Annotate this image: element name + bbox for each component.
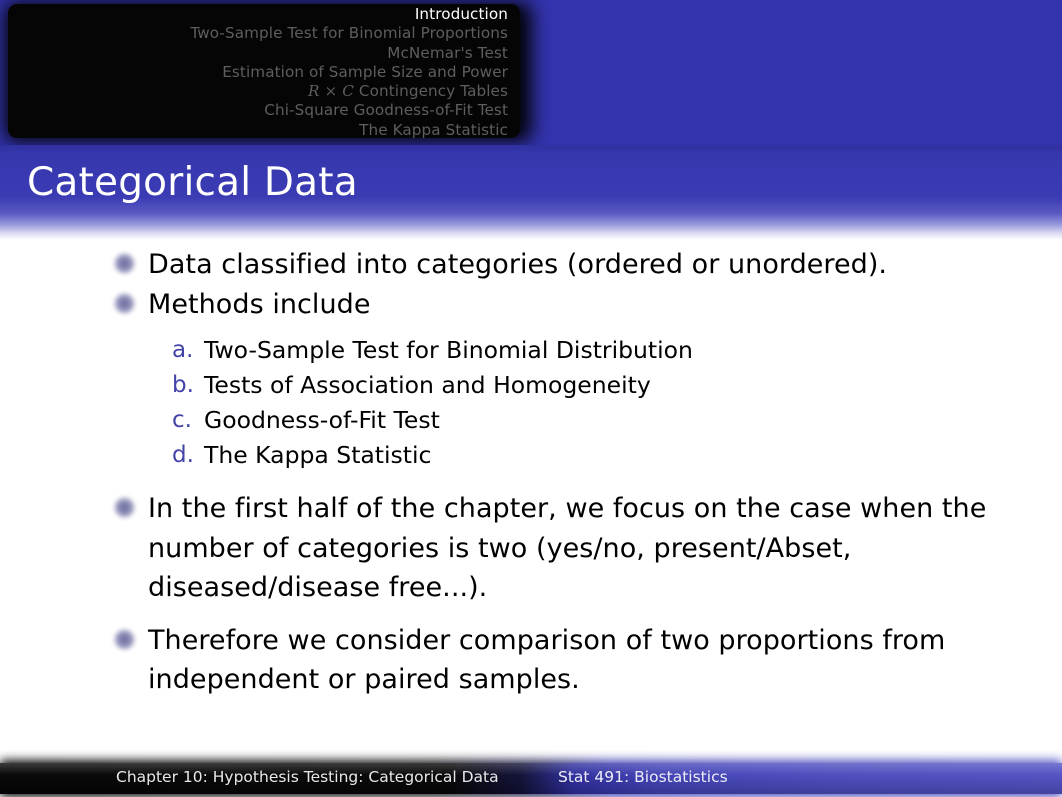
nav-item-contingency-tables[interactable]: R × C Contingency Tables	[190, 82, 508, 101]
enum-marker: b.	[172, 372, 194, 398]
navigation-box: Introduction Two-Sample Test for Binomia…	[8, 4, 520, 138]
enum-item-d: d. The Kappa Statistic	[0, 438, 1062, 473]
nav-item-label: Contingency Tables	[353, 82, 508, 101]
bullet-text: In the first half of the chapter, we foc…	[148, 493, 987, 603]
nav-item-math-prefix: R × C	[308, 82, 354, 101]
spacer	[0, 473, 1062, 489]
bullet-dot-icon	[114, 253, 135, 274]
nav-item-introduction[interactable]: Introduction	[190, 5, 508, 24]
nav-item-estimation-sample-size[interactable]: Estimation of Sample Size and Power	[190, 63, 508, 82]
bullet-text: Methods include	[148, 288, 371, 320]
bullet-item-methods-include: Methods include	[0, 285, 1062, 325]
enum-marker: c.	[172, 407, 192, 433]
bullet-item-comparison-proportions: Therefore we consider comparison of two …	[0, 621, 1062, 700]
footer: Chapter 10: Hypothesis Testing: Categori…	[0, 760, 1062, 797]
nav-item-label: Estimation of Sample Size and Power	[222, 62, 508, 81]
bullet-dot-icon	[114, 292, 135, 314]
nav-item-two-sample-test[interactable]: Two-Sample Test for Binomial Proportions	[190, 24, 508, 43]
nav-item-kappa-statistic[interactable]: The Kappa Statistic	[190, 121, 508, 138]
enum-text: Two-Sample Test for Binomial Distributio…	[204, 336, 693, 364]
enum-item-b: b. Tests of Association and Homogeneity	[0, 368, 1062, 403]
title-bar: Categorical Data	[0, 145, 1062, 240]
nav-item-label: Chi-Square Goodness-of-Fit Test	[264, 101, 508, 120]
footer-course-label: Stat 491: Biostatistics	[558, 768, 728, 786]
spacer	[0, 608, 1062, 621]
enumerated-sublist: a. Two-Sample Test for Binomial Distribu…	[0, 333, 1062, 473]
bullet-dot-icon	[114, 497, 135, 518]
bullet-dot-icon	[114, 628, 135, 650]
bullet-item-first-half-chapter: In the first half of the chapter, we foc…	[0, 489, 1062, 608]
enum-text: Tests of Association and Homogeneity	[204, 371, 651, 399]
enumerated-sublist-container: a. Two-Sample Test for Binomial Distribu…	[0, 333, 1062, 473]
nav-item-label: Introduction	[414, 5, 508, 23]
enum-item-a: a. Two-Sample Test for Binomial Distribu…	[0, 333, 1062, 368]
bullet-text: Therefore we consider comparison of two …	[148, 624, 946, 696]
nav-item-label: McNemar's Test	[387, 43, 508, 62]
nav-item-label: Two-Sample Test for Binomial Proportions	[190, 24, 508, 43]
slide-title: Categorical Data	[27, 160, 358, 205]
navigation-list: Introduction Two-Sample Test for Binomia…	[190, 5, 508, 138]
spacer	[0, 324, 1062, 333]
footer-chapter-label: Chapter 10: Hypothesis Testing: Categori…	[116, 768, 499, 786]
enum-marker: a.	[172, 337, 194, 363]
nav-item-mcnemars-test[interactable]: McNemar's Test	[190, 44, 508, 63]
enum-text: Goodness-of-Fit Test	[204, 406, 440, 434]
bullet-item-data-classified: Data classified into categories (ordered…	[0, 245, 1062, 285]
enum-text: The Kappa Statistic	[204, 441, 432, 469]
enum-marker: d.	[172, 442, 194, 468]
enum-item-c: c. Goodness-of-Fit Test	[0, 403, 1062, 438]
nav-item-label: The Kappa Statistic	[359, 120, 508, 138]
bullet-list: Data classified into categories (ordered…	[0, 245, 1062, 700]
nav-item-chi-square-goodness-of-fit[interactable]: Chi-Square Goodness-of-Fit Test	[190, 101, 508, 120]
bullet-text: Data classified into categories (ordered…	[148, 249, 888, 280]
slide-body: Data classified into categories (ordered…	[0, 245, 1062, 745]
